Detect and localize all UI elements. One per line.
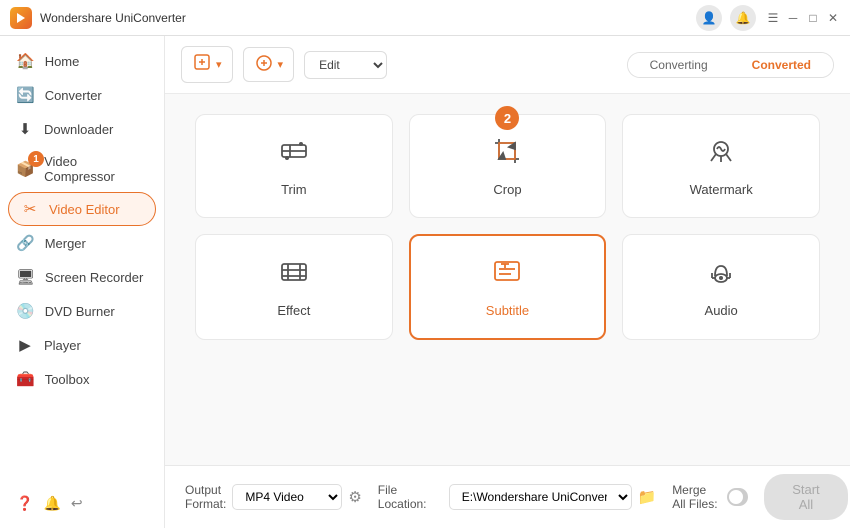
add-file-icon bbox=[192, 52, 212, 77]
sidebar-label-toolbox: Toolbox bbox=[45, 372, 90, 387]
add-file-label: ▾ bbox=[216, 58, 222, 71]
add-file-button[interactable]: ▾ bbox=[181, 46, 233, 83]
notification-icon-btn[interactable]: 🔔 bbox=[730, 5, 756, 31]
dvd-icon: 💿 bbox=[16, 302, 35, 320]
start-all-button[interactable]: Start All bbox=[764, 474, 847, 520]
sidebar-label-home: Home bbox=[45, 54, 80, 69]
refresh-icon[interactable]: ↩ bbox=[71, 495, 83, 512]
sidebar-label-downloader: Downloader bbox=[44, 122, 113, 137]
output-format-label: Output Format: bbox=[185, 483, 226, 511]
sidebar-label-dvd: DVD Burner bbox=[45, 304, 115, 319]
editor-grid: Trim Cro bbox=[195, 114, 820, 340]
edit-select[interactable]: Edit Trim Crop Effect Subtitle bbox=[304, 51, 387, 79]
compressor-badge: 1 bbox=[28, 151, 44, 167]
effect-icon bbox=[278, 256, 310, 295]
add-screen-icon bbox=[254, 53, 274, 76]
sidebar-item-video-editor[interactable]: ✂ Video Editor bbox=[8, 192, 156, 226]
tab-converted[interactable]: Converted bbox=[730, 53, 833, 77]
menu-btn[interactable]: ☰ bbox=[766, 11, 780, 25]
add-screen-caret: ▾ bbox=[278, 58, 284, 71]
screen-recorder-icon: 🖥 bbox=[16, 268, 35, 286]
effect-card[interactable]: Effect bbox=[195, 234, 393, 340]
subtitle-icon bbox=[491, 256, 523, 295]
help-icon[interactable]: ❓ bbox=[16, 495, 33, 512]
crop-card-wrapper: Crop 2 bbox=[409, 114, 607, 218]
file-location-label: File Location: bbox=[378, 483, 443, 511]
sidebar-item-converter[interactable]: 🔄 Converter bbox=[0, 78, 164, 112]
add-screen-button[interactable]: ▾ bbox=[243, 47, 295, 82]
merge-toggle-group: Merge All Files: bbox=[672, 483, 748, 511]
trim-label: Trim bbox=[281, 182, 307, 197]
sidebar-item-downloader[interactable]: ⬇ Downloader bbox=[0, 112, 164, 146]
audio-label: Audio bbox=[705, 303, 738, 318]
bottom-bar: Output Format: MP4 Video ⚙ File Location… bbox=[165, 465, 850, 528]
content-area: ▾ ▾ Edit Trim Crop Effect Subtitle Conve… bbox=[165, 36, 850, 528]
sidebar-label-recorder: Screen Recorder bbox=[45, 270, 143, 285]
subtitle-label: Subtitle bbox=[486, 303, 529, 318]
downloader-icon: ⬇ bbox=[16, 120, 34, 138]
sidebar-label-editor: Video Editor bbox=[49, 202, 120, 217]
merge-files-label: Merge All Files: bbox=[672, 483, 721, 511]
watermark-label: Watermark bbox=[690, 182, 753, 197]
merge-toggle-switch[interactable] bbox=[727, 488, 748, 506]
trim-icon bbox=[278, 135, 310, 174]
player-icon: ▶ bbox=[16, 336, 34, 354]
minimize-btn[interactable]: ─ bbox=[786, 11, 800, 25]
crop-step-badge: 2 bbox=[495, 106, 519, 130]
output-format-field: Output Format: MP4 Video ⚙ bbox=[185, 483, 362, 511]
merger-icon: 🔗 bbox=[16, 234, 35, 252]
bell-icon[interactable]: 🔔 bbox=[43, 495, 60, 512]
crop-icon bbox=[491, 135, 523, 174]
converter-icon: 🔄 bbox=[16, 86, 35, 104]
sidebar-item-toolbox[interactable]: 🧰 Toolbox bbox=[0, 362, 164, 396]
watermark-card[interactable]: Watermark bbox=[622, 114, 820, 218]
sidebar-item-home[interactable]: 🏠 Home bbox=[0, 44, 164, 78]
sidebar-item-merger[interactable]: 🔗 Merger bbox=[0, 226, 164, 260]
main-layout: 🏠 Home 🔄 Converter ⬇ Downloader 📦 Video … bbox=[0, 36, 850, 528]
sidebar-label-merger: Merger bbox=[45, 236, 86, 251]
sidebar-item-player[interactable]: ▶ Player bbox=[0, 328, 164, 362]
sidebar-label-converter: Converter bbox=[45, 88, 102, 103]
toolbar: ▾ ▾ Edit Trim Crop Effect Subtitle Conve… bbox=[165, 36, 850, 94]
file-location-select[interactable]: E:\Wondershare UniConverter bbox=[449, 484, 632, 510]
effect-label: Effect bbox=[277, 303, 310, 318]
sidebar-footer: ❓ 🔔 ↩ bbox=[0, 487, 164, 520]
title-bar-icons: 👤 🔔 bbox=[696, 5, 756, 31]
sidebar-label-player: Player bbox=[44, 338, 81, 353]
subtitle-card[interactable]: Subtitle bbox=[409, 234, 607, 340]
sidebar-item-dvd-burner[interactable]: 💿 DVD Burner bbox=[0, 294, 164, 328]
window-controls: ☰ ─ □ ✕ bbox=[766, 11, 840, 25]
watermark-icon bbox=[705, 135, 737, 174]
audio-card[interactable]: Audio bbox=[622, 234, 820, 340]
output-settings-icon[interactable]: ⚙ bbox=[348, 488, 361, 506]
maximize-btn[interactable]: □ bbox=[806, 11, 820, 25]
output-format-select[interactable]: MP4 Video bbox=[232, 484, 342, 510]
editor-area: Trim Cro bbox=[165, 94, 850, 465]
home-icon: 🏠 bbox=[16, 52, 35, 70]
editor-icon: ✂ bbox=[21, 200, 39, 218]
user-icon-btn[interactable]: 👤 bbox=[696, 5, 722, 31]
tab-group: Converting Converted bbox=[627, 52, 834, 78]
sidebar: 🏠 Home 🔄 Converter ⬇ Downloader 📦 Video … bbox=[0, 36, 165, 528]
trim-card[interactable]: Trim bbox=[195, 114, 393, 218]
sidebar-label-compressor: Video Compressor bbox=[44, 154, 148, 184]
crop-label: Crop bbox=[493, 182, 521, 197]
sidebar-item-video-compressor[interactable]: 📦 Video Compressor 1 bbox=[0, 146, 164, 192]
file-location-field: File Location: E:\Wondershare UniConvert… bbox=[378, 483, 656, 511]
toolbox-icon: 🧰 bbox=[16, 370, 35, 388]
browse-folder-icon[interactable]: 📁 bbox=[638, 488, 657, 506]
tab-converting[interactable]: Converting bbox=[628, 53, 730, 77]
title-bar: Wondershare UniConverter 👤 🔔 ☰ ─ □ ✕ bbox=[0, 0, 850, 36]
close-btn[interactable]: ✕ bbox=[826, 11, 840, 25]
audio-icon bbox=[705, 256, 737, 295]
app-title: Wondershare UniConverter bbox=[40, 11, 696, 25]
app-logo bbox=[10, 7, 32, 29]
sidebar-item-screen-recorder[interactable]: 🖥 Screen Recorder bbox=[0, 260, 164, 294]
